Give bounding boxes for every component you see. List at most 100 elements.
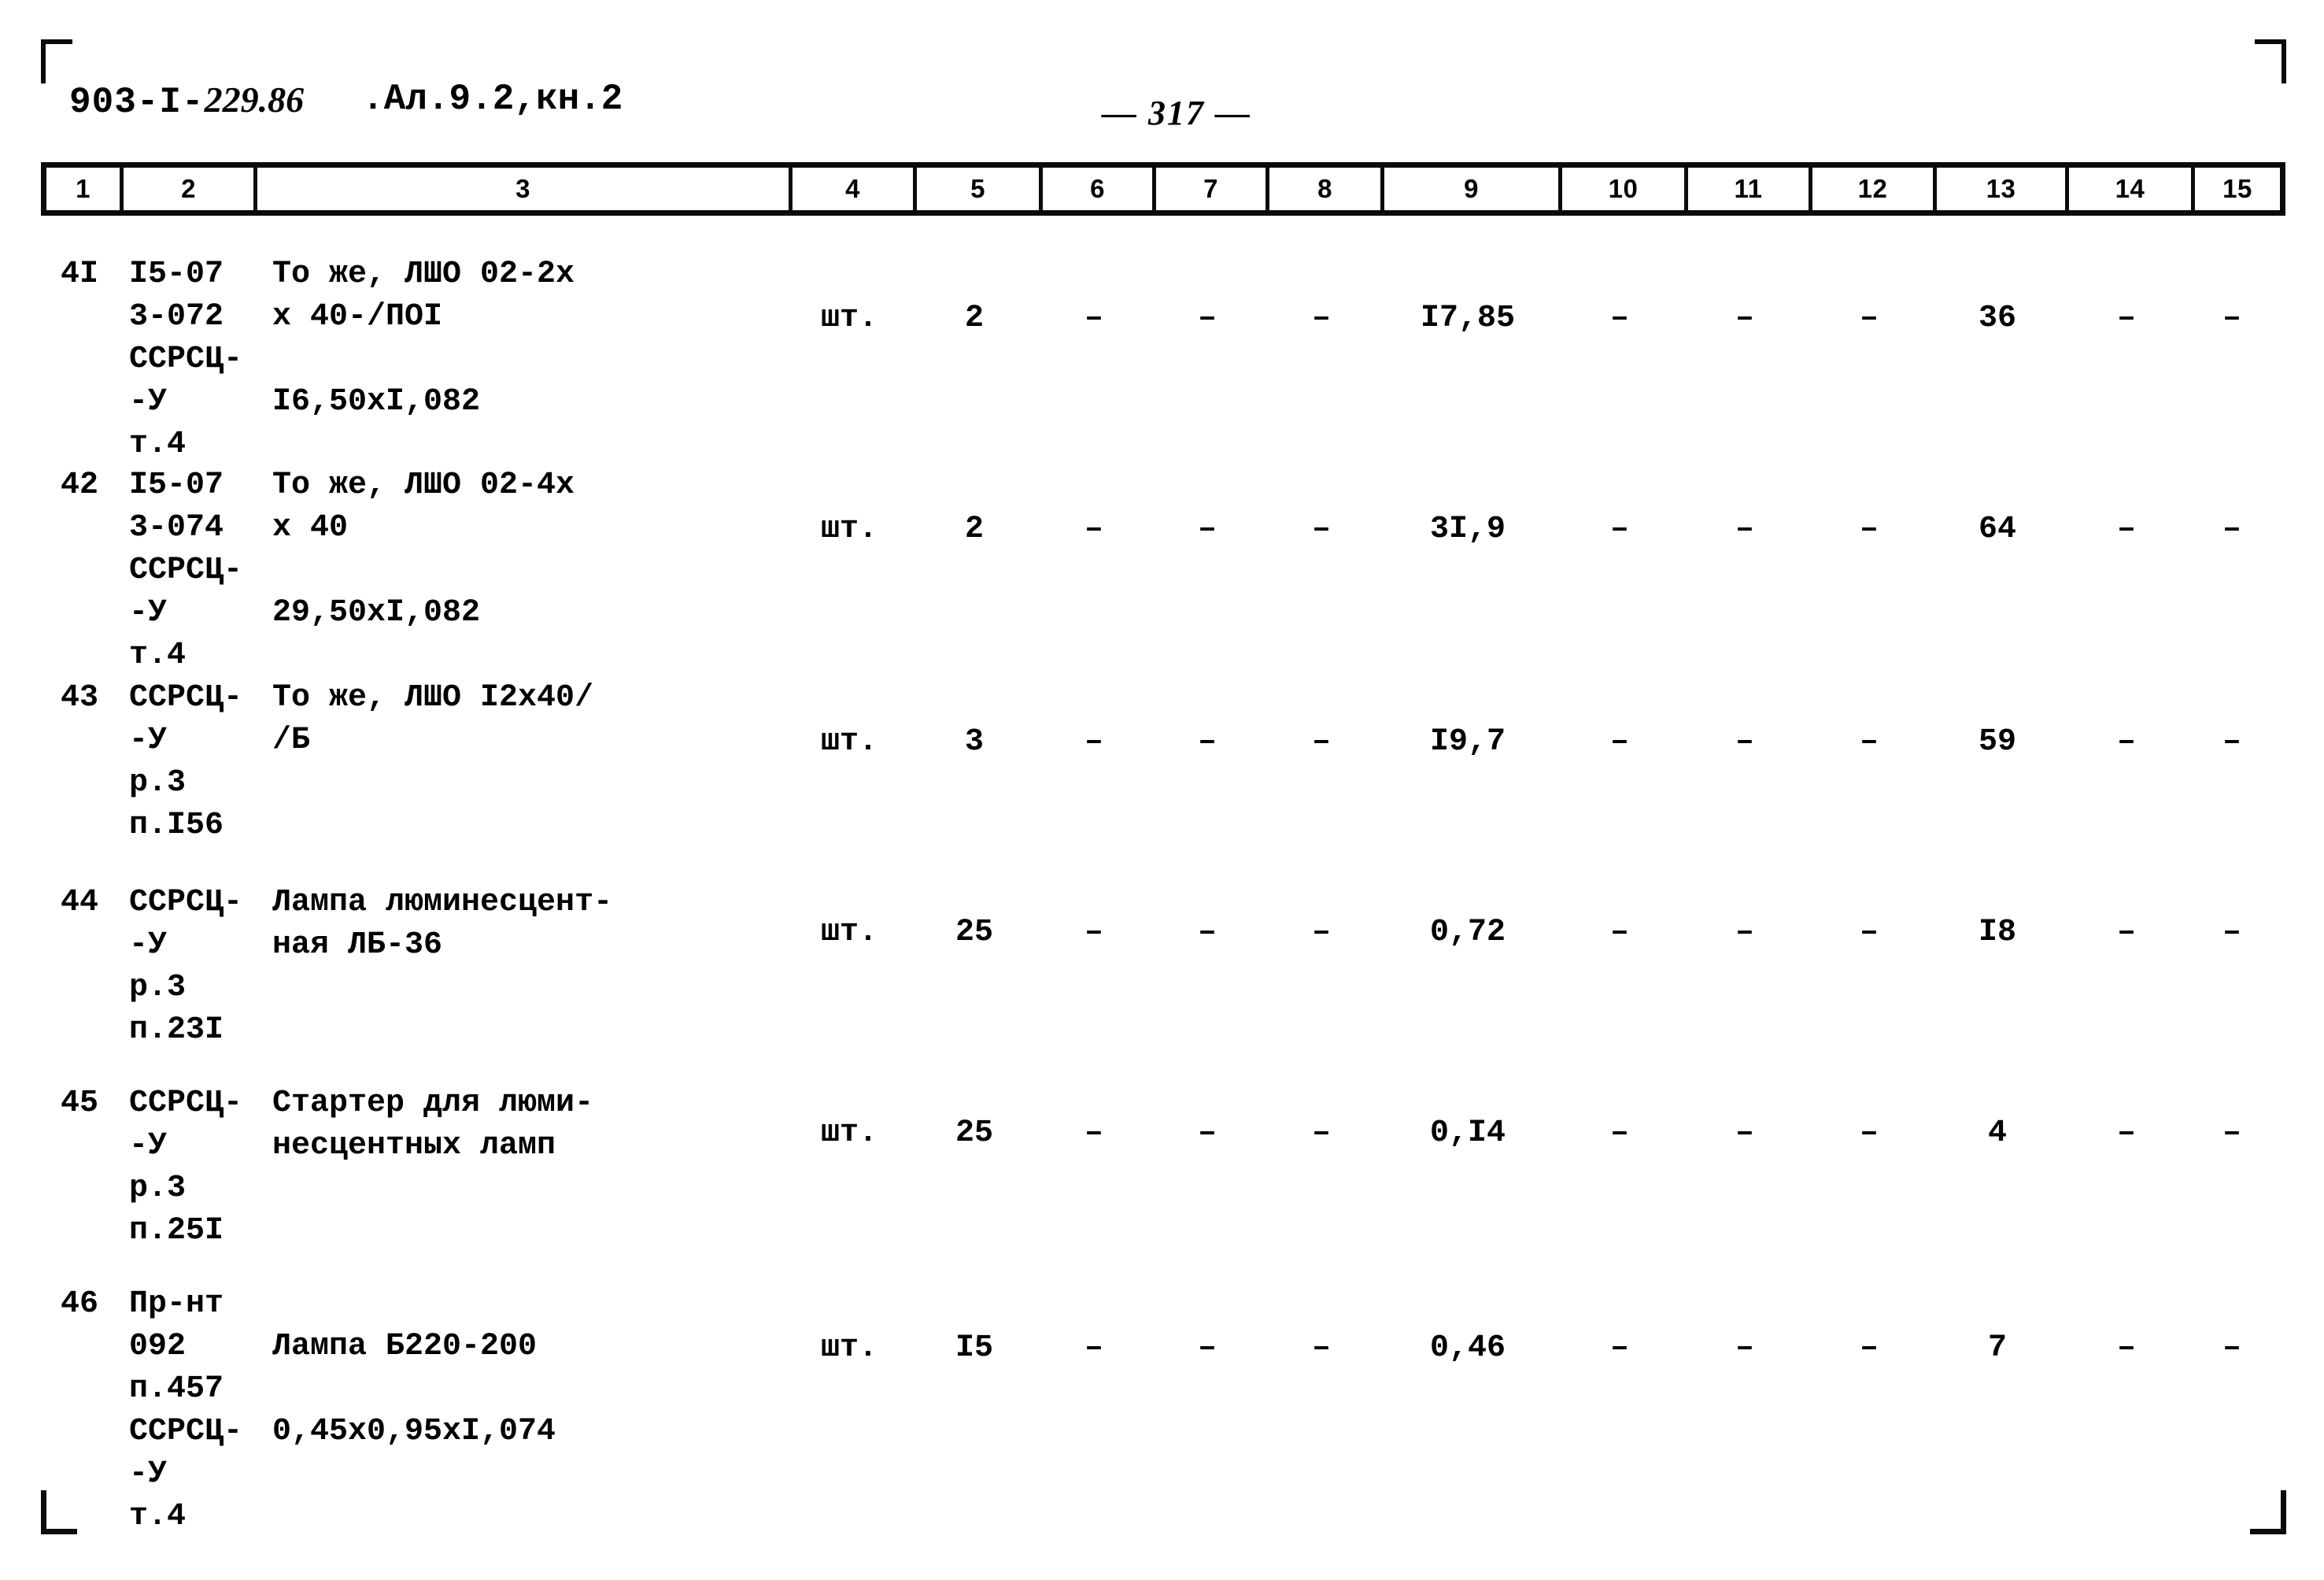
cell-col8: – [1311, 915, 1331, 950]
column-header-2: 2 [124, 168, 257, 210]
cell-col10: – [1609, 724, 1629, 760]
cell-description: То же, ЛШО I2х40/ /Б [272, 680, 594, 758]
cell-col6: – [1084, 1330, 1103, 1366]
cell-item-number: 44 [60, 885, 98, 920]
cell-unit: шт. [820, 1330, 878, 1366]
cell-col6: – [1084, 724, 1103, 760]
table-column-header: 1 2 3 4 5 6 7 8 9 10 11 12 13 14 15 [41, 162, 2285, 216]
document-code-revision: 229.86 [204, 80, 305, 120]
cell-col8: – [1311, 1116, 1331, 1151]
cell-item-number: 42 [60, 468, 98, 503]
cell-col13: 36 [1978, 301, 2016, 336]
cell-col15: – [2222, 1330, 2241, 1366]
cell-col7: – [1197, 1116, 1217, 1151]
cell-col9: 0,I4 [1429, 1116, 1506, 1151]
cell-col15: – [2222, 301, 2241, 336]
cell-unit: шт. [820, 724, 878, 760]
cell-col14: – [2116, 1330, 2136, 1366]
cell-col8: – [1311, 1330, 1331, 1366]
cell-description: Лампа Б220-200 0,45х0,95хI,074 [272, 1329, 556, 1449]
cell-col10: – [1609, 1116, 1629, 1151]
cell-col15: – [2222, 512, 2241, 547]
cell-col11: – [1735, 1330, 1754, 1366]
cell-col12: – [1859, 1330, 1879, 1366]
column-header-14: 14 [2069, 168, 2195, 210]
cell-col10: – [1609, 1330, 1629, 1366]
cell-description: Лампа люминесцент- ная ЛБ-36 [272, 885, 613, 963]
document-album: .Ал.9.2,кн.2 [362, 79, 623, 120]
table-row: 43 ССРСЦ- -У р.3 п.I56 То же, ЛШО I2х40/ /… [41, 677, 2285, 847]
cell-col13: I8 [1978, 915, 2016, 950]
table-row: 42 I5-07 3-074 ССРСЦ- -У т.4 То же, ЛШО 02… [41, 464, 2285, 677]
cell-col14: – [2116, 915, 2136, 950]
cell-col9: 0,46 [1429, 1330, 1506, 1366]
cell-col6: – [1084, 1116, 1103, 1151]
cell-col15: – [2222, 1116, 2241, 1151]
document-code: 903-I-229.86 [69, 79, 304, 123]
cell-col9: I9,7 [1429, 724, 1506, 760]
column-header-3: 3 [257, 168, 793, 210]
cell-col11: – [1735, 512, 1754, 547]
cell-col12: – [1859, 724, 1879, 760]
cell-col7: – [1197, 301, 1217, 336]
table-body: 4I I5-07 3-072 ССРСЦ- -У т.4 То же, ЛШО 02… [41, 236, 2285, 1534]
cell-col14: – [2116, 301, 2136, 336]
cell-col13: 59 [1978, 724, 2016, 760]
cell-item-number: 45 [60, 1086, 98, 1121]
cell-unit: шт. [820, 915, 878, 950]
cell-col7: – [1197, 724, 1217, 760]
column-header-5: 5 [917, 168, 1043, 210]
cell-col8: – [1311, 512, 1331, 547]
cell-unit: шт. [820, 1116, 878, 1151]
cell-unit: шт. [820, 512, 878, 547]
column-header-12: 12 [1812, 168, 1937, 210]
cell-reference-code: ССРСЦ- -У р.3 п.I56 [129, 680, 243, 843]
cell-col15: – [2222, 915, 2241, 950]
cell-col9: 3I,9 [1429, 512, 1506, 547]
table-row: 4I I5-07 3-072 ССРСЦ- -У т.4 То же, ЛШО 02… [41, 253, 2285, 466]
table-row: 46 Пр-нт 092 п.457 ССРСЦ- -У т.4 Лампа Б2… [41, 1283, 2285, 1538]
cell-col10: – [1609, 301, 1629, 336]
cell-col7: – [1197, 1330, 1217, 1366]
cell-col7: – [1197, 512, 1217, 547]
cell-col7: – [1197, 915, 1217, 950]
column-header-10: 10 [1562, 168, 1688, 210]
cell-col6: – [1084, 301, 1103, 336]
column-header-1: 1 [46, 168, 124, 210]
cell-col12: – [1859, 1116, 1879, 1151]
column-header-13: 13 [1937, 168, 2069, 210]
cell-col12: – [1859, 915, 1879, 950]
cell-reference-code: Пр-нт 092 п.457 ССРСЦ- -У т.4 [129, 1286, 243, 1534]
cell-col13: 7 [1987, 1330, 2007, 1366]
cell-col13: 4 [1987, 1116, 2007, 1151]
cell-col13: 64 [1978, 512, 2016, 547]
cell-col11: – [1735, 301, 1754, 336]
cell-col11: – [1735, 915, 1754, 950]
column-header-8: 8 [1269, 168, 1384, 210]
page-number: — 317 — [1102, 94, 1251, 132]
column-header-7: 7 [1156, 168, 1269, 210]
cell-col8: – [1311, 301, 1331, 336]
column-header-15: 15 [2222, 174, 2252, 203]
cell-item-number: 4I [60, 257, 98, 292]
document-code-prefix: 903-I- [69, 82, 205, 123]
cell-unit: шт. [820, 301, 878, 336]
cell-col6: – [1084, 915, 1103, 950]
cell-reference-code: I5-07 3-072 ССРСЦ- -У т.4 [129, 257, 243, 462]
cell-col10: – [1609, 915, 1629, 950]
cell-reference-code: ССРСЦ- -У р.3 п.23I [129, 885, 243, 1048]
cell-col14: – [2116, 512, 2136, 547]
cell-item-number: 46 [60, 1286, 98, 1322]
cell-col6: – [1084, 512, 1103, 547]
cell-col14: – [2116, 724, 2136, 760]
column-header-4: 4 [793, 168, 917, 210]
cell-description: Стартер для люми- несцентных ламп [272, 1086, 594, 1164]
cell-col8: – [1311, 724, 1331, 760]
cell-description: То же, ЛШО 02-4х х 40 29,50хI,082 [272, 468, 575, 631]
cell-col9: I7,85 [1420, 301, 1516, 336]
column-header-11: 11 [1688, 168, 1812, 210]
table-row: 44 ССРСЦ- -У р.3 п.23I Лампа люминесцент- … [41, 882, 2285, 1052]
cell-item-number: 43 [60, 680, 98, 716]
cell-col9: 0,72 [1429, 915, 1506, 950]
column-header-6: 6 [1043, 168, 1156, 210]
